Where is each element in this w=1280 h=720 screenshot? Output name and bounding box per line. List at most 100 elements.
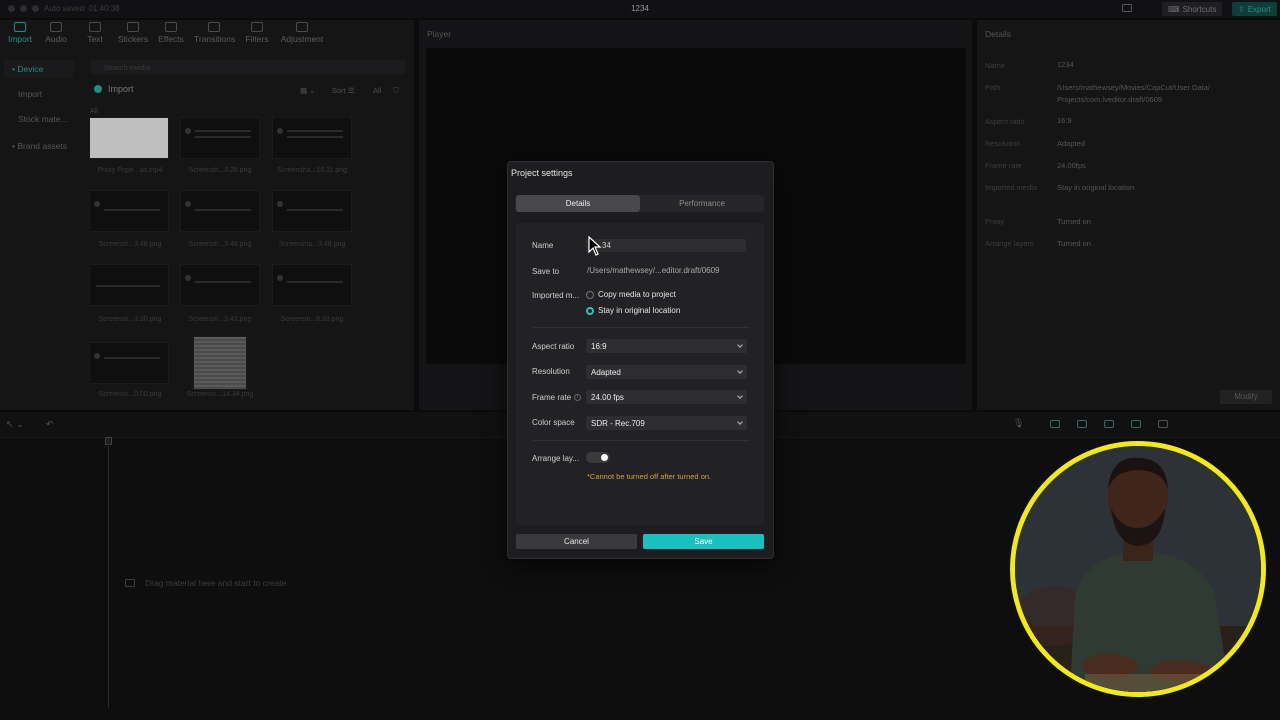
- name-label: Name: [532, 241, 554, 250]
- media-label: Screensha...3.48.png: [278, 241, 346, 248]
- divider: [532, 327, 750, 328]
- media-thumbnail[interactable]: [89, 190, 169, 232]
- details-label: Path: [985, 83, 1001, 92]
- info-icon[interactable]: i: [574, 394, 581, 401]
- media-thumbnail[interactable]: [180, 117, 260, 159]
- media-thumbnail[interactable]: [89, 117, 169, 159]
- chevron-down-icon: [737, 342, 743, 348]
- frame-rate-select[interactable]: 24.00 fps: [586, 390, 747, 404]
- film-icon: [125, 579, 135, 587]
- all-filter-button[interactable]: All: [373, 86, 381, 95]
- playhead-line: [108, 438, 109, 708]
- cancel-button[interactable]: Cancel: [516, 534, 637, 549]
- tab-effects[interactable]: Effects: [151, 22, 191, 44]
- media-thumbnail[interactable]: [180, 190, 260, 232]
- split-icon[interactable]: [1131, 420, 1141, 428]
- media-thumbnail[interactable]: [272, 264, 352, 306]
- tab-audio[interactable]: Audio: [36, 22, 76, 44]
- fit-timeline-icon[interactable]: [1158, 420, 1168, 428]
- player-title: Player: [427, 29, 452, 39]
- link-clips-icon[interactable]: [1050, 420, 1060, 428]
- tab-text[interactable]: Text: [75, 22, 115, 44]
- grid-view-icon[interactable]: ▦ ⌄: [300, 86, 315, 95]
- search-media-input[interactable]: Search media: [90, 60, 406, 74]
- import-icon: [14, 22, 26, 32]
- details-label: Aspect ratio: [985, 117, 1025, 126]
- tab-transitions[interactable]: Transitions: [194, 22, 235, 44]
- arrange-layers-label: Arrange lay...: [532, 454, 579, 463]
- webcam-overlay: [1010, 441, 1266, 697]
- media-thumbnail[interactable]: [180, 264, 260, 306]
- aspect-ratio-label: Aspect ratio: [532, 342, 575, 351]
- media-thumbnail[interactable]: [89, 264, 169, 306]
- color-space-label: Color space: [532, 418, 575, 427]
- project-title: 1234: [631, 4, 649, 13]
- color-space-select[interactable]: SDR - Rec.709: [586, 416, 747, 430]
- timeline-empty-hint: Drag material here and start to create: [125, 578, 286, 588]
- all-section-label: All: [90, 108, 98, 115]
- filters-icon: [251, 22, 263, 32]
- tab-stickers[interactable]: Stickers: [113, 22, 153, 44]
- filter-icon[interactable]: ⛉: [393, 86, 399, 96]
- details-label: Imported media: [985, 183, 1038, 192]
- media-label: Screensh...3.48.png: [98, 241, 162, 248]
- sticker-icon: [127, 22, 139, 32]
- layout-icon[interactable]: [1122, 4, 1132, 12]
- media-label: Screensh...8.33.png: [280, 316, 344, 323]
- arrange-layers-toggle[interactable]: [586, 452, 610, 463]
- resolution-label: Resolution: [532, 367, 570, 376]
- export-button[interactable]: ⇪ Export: [1232, 2, 1277, 16]
- media-label: Screensh...14.34.png: [186, 391, 254, 398]
- toggle-knob: [601, 454, 608, 461]
- chevron-down-icon: [737, 393, 743, 399]
- details-panel: [977, 20, 1280, 410]
- details-label: Frame rate: [985, 161, 1022, 170]
- details-value: 16:9: [1057, 116, 1072, 125]
- modify-button[interactable]: Modify: [1220, 390, 1272, 404]
- details-value: 1234: [1057, 60, 1074, 69]
- tab-adjustment[interactable]: Adjustment: [280, 22, 324, 44]
- name-input[interactable]: 34: [586, 239, 746, 252]
- magnet-icon[interactable]: [1077, 420, 1087, 428]
- sidebar-item-device[interactable]: • Device: [4, 60, 74, 78]
- sidebar-item-stock-material[interactable]: Stock mate...: [4, 110, 74, 128]
- chevron-down-icon: [737, 419, 743, 425]
- media-thumbnail[interactable]: [272, 117, 352, 159]
- details-value: Turned on: [1057, 239, 1091, 248]
- dialog-title: Project settings: [511, 168, 573, 178]
- undo-icon[interactable]: ↶: [46, 419, 54, 430]
- save-to-path[interactable]: /Users/mathewsey/...editor.draft/0609: [587, 266, 720, 275]
- save-button[interactable]: Save: [643, 534, 764, 549]
- export-icon: ⇪: [1238, 4, 1245, 14]
- media-thumbnail[interactable]: [89, 342, 169, 384]
- transitions-icon: [208, 22, 220, 32]
- media-label: Screensh...3.48.png: [188, 241, 252, 248]
- details-value: Stay in original location: [1057, 183, 1135, 192]
- tab-details[interactable]: Details: [516, 195, 640, 212]
- sort-button[interactable]: Sort ☰: [332, 86, 355, 95]
- sidebar-item-brand-assets[interactable]: • Brand assets: [4, 137, 74, 155]
- tab-filters[interactable]: Filters: [237, 22, 277, 44]
- details-value: Turned on: [1057, 217, 1091, 226]
- import-button[interactable]: Import: [94, 84, 134, 94]
- chevron-down-icon: [737, 368, 743, 374]
- mouse-cursor-icon: [588, 236, 602, 256]
- details-value: 24.00fps: [1057, 161, 1086, 170]
- sidebar-item-import[interactable]: Import: [4, 85, 74, 103]
- resolution-select[interactable]: Adapted: [586, 365, 747, 379]
- microphone-icon[interactable]: 🎙: [1013, 418, 1024, 429]
- media-thumbnail[interactable]: [272, 190, 352, 232]
- effects-icon: [165, 22, 177, 32]
- details-label: Resolution: [985, 139, 1021, 148]
- preview-axis-icon[interactable]: [1104, 420, 1114, 428]
- tab-import[interactable]: Import: [0, 22, 40, 44]
- copy-media-label[interactable]: Copy media to project: [598, 290, 676, 299]
- select-tool-icon[interactable]: ↖ ⌄: [6, 419, 24, 430]
- shortcuts-button[interactable]: ⌨ Shortcuts: [1162, 2, 1223, 16]
- stay-original-label[interactable]: Stay in original location: [598, 306, 680, 315]
- aspect-ratio-select[interactable]: 16:9: [586, 339, 747, 353]
- stay-original-radio[interactable]: [586, 307, 594, 315]
- copy-media-radio[interactable]: [586, 291, 594, 299]
- tab-performance[interactable]: Performance: [640, 195, 764, 212]
- media-thumbnail[interactable]: [193, 336, 247, 390]
